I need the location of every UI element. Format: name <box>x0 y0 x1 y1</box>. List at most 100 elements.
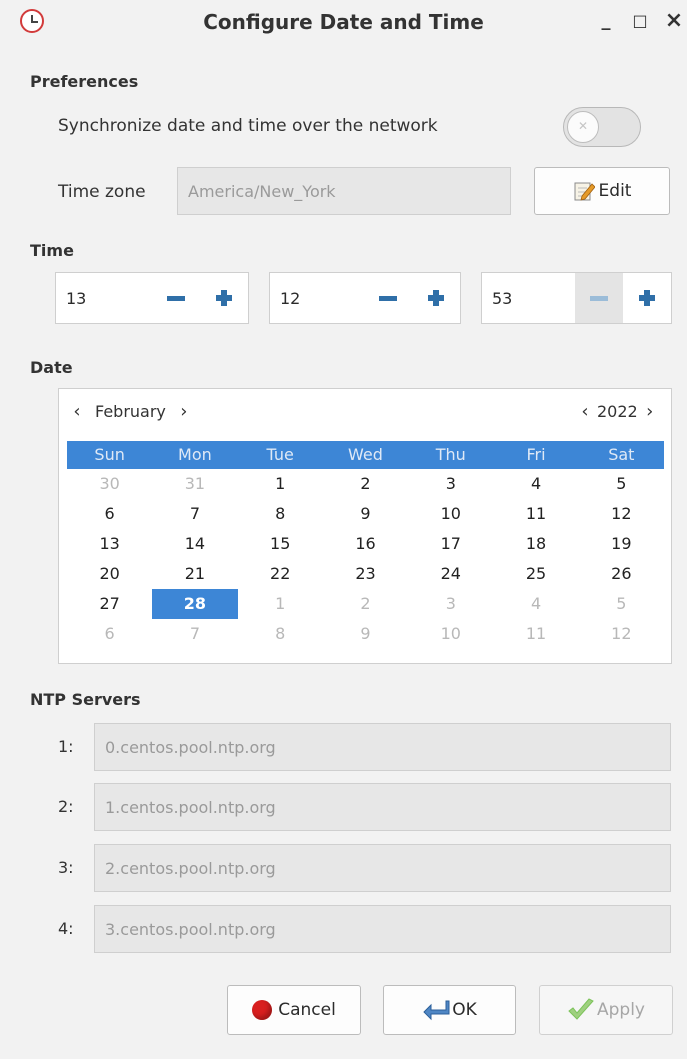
calendar-day[interactable]: 12 <box>579 499 664 529</box>
ok-arrow-icon <box>423 1000 450 1021</box>
calendar-day-other-month[interactable]: 2 <box>323 589 408 619</box>
calendar-day[interactable]: 8 <box>238 499 323 529</box>
weekday-label: Sat <box>608 445 635 464</box>
calendar-day[interactable]: 21 <box>152 559 237 589</box>
calendar-day[interactable]: 6 <box>67 499 152 529</box>
calendar-day-other-month[interactable]: 9 <box>323 619 408 649</box>
weekday-label: Mon <box>178 445 212 464</box>
seconds-decrement-button[interactable] <box>575 273 623 323</box>
calendar-day[interactable]: 28 <box>152 589 238 619</box>
checkmark-icon <box>568 998 594 1020</box>
weekday-label: Thu <box>435 445 466 464</box>
sync-toggle[interactable] <box>563 107 641 147</box>
calendar-day[interactable]: 3 <box>408 469 493 499</box>
ok-button[interactable]: OK <box>383 985 516 1035</box>
calendar[interactable]: ‹ February › ‹ 2022 › Sun Mon Tue Wed Thu Fri… <box>58 388 672 664</box>
calendar-day[interactable]: 11 <box>493 499 578 529</box>
calendar-day[interactable]: 10 <box>408 499 493 529</box>
calendar-day[interactable]: 27 <box>67 589 152 619</box>
calendar-day[interactable]: 1 <box>238 469 323 499</box>
cancel-label: Cancel <box>278 1000 336 1020</box>
calendar-day-other-month[interactable]: 4 <box>493 589 578 619</box>
time-heading: Time <box>30 241 74 260</box>
month-label: February <box>95 401 166 421</box>
minutes-increment-button[interactable] <box>412 273 460 323</box>
toggle-knob <box>567 111 599 143</box>
hours-increment-button[interactable] <box>200 273 248 323</box>
ntp-label-3: 3: <box>58 858 74 877</box>
seconds-spinner[interactable]: 53 <box>481 272 672 324</box>
calendar-day-other-month[interactable]: 1 <box>238 589 323 619</box>
hours-spinner[interactable]: 13 <box>55 272 249 324</box>
calendar-day[interactable]: 17 <box>408 529 493 559</box>
seconds-value[interactable]: 53 <box>482 273 575 323</box>
calendar-day-other-month[interactable]: 3 <box>408 589 493 619</box>
calendar-day[interactable]: 13 <box>67 529 152 559</box>
ok-label: OK <box>452 1000 477 1020</box>
next-year-button[interactable]: › <box>640 401 660 422</box>
calendar-day[interactable]: 24 <box>408 559 493 589</box>
calendar-day[interactable]: 26 <box>579 559 664 589</box>
edit-label: Edit <box>598 181 632 201</box>
calendar-day[interactable]: 23 <box>323 559 408 589</box>
ntp-server-1-value: 0.centos.pool.ntp.org <box>105 737 276 757</box>
calendar-day-other-month[interactable]: 11 <box>493 619 578 649</box>
ntp-heading: NTP Servers <box>30 690 141 709</box>
weekday-label: Fri <box>526 445 546 464</box>
calendar-day-other-month[interactable]: 12 <box>579 619 664 649</box>
weekday-label: Sun <box>94 445 125 464</box>
minutes-decrement-button[interactable] <box>364 273 412 323</box>
hours-decrement-button[interactable] <box>152 273 200 323</box>
month-selector: ‹ February › <box>65 399 196 423</box>
prev-month-button[interactable]: ‹ <box>65 401 89 422</box>
ntp-server-3-field: 2.centos.pool.ntp.org <box>94 844 671 892</box>
ntp-label-4: 4: <box>58 919 74 938</box>
calendar-day[interactable]: 16 <box>323 529 408 559</box>
calendar-day[interactable]: 19 <box>579 529 664 559</box>
timezone-field: America/New_York <box>177 167 511 215</box>
close-button[interactable]: × <box>664 10 684 32</box>
calendar-day[interactable]: 5 <box>579 469 664 499</box>
calendar-day[interactable]: 2 <box>323 469 408 499</box>
weekday-label: Wed <box>348 445 383 464</box>
edit-button[interactable]: Edit <box>534 167 670 215</box>
ntp-server-3-value: 2.centos.pool.ntp.org <box>105 858 276 878</box>
ntp-server-2-field: 1.centos.pool.ntp.org <box>94 783 671 831</box>
calendar-day-other-month[interactable]: 10 <box>408 619 493 649</box>
calendar-day[interactable]: 18 <box>493 529 578 559</box>
calendar-day[interactable]: 22 <box>238 559 323 589</box>
calendar-day-other-month[interactable]: 30 <box>67 469 152 499</box>
title-bar: Configure Date and Time _ □ × <box>0 0 687 50</box>
next-month-button[interactable]: › <box>172 401 196 422</box>
prev-year-button[interactable]: ‹ <box>575 401 595 422</box>
calendar-day-other-month[interactable]: 6 <box>67 619 152 649</box>
seconds-increment-button[interactable] <box>623 273 671 323</box>
cancel-button[interactable]: Cancel <box>227 985 361 1035</box>
apply-button[interactable]: Apply <box>539 985 673 1035</box>
minus-icon <box>590 295 608 301</box>
calendar-day-other-month[interactable]: 31 <box>152 469 237 499</box>
ntp-server-2-value: 1.centos.pool.ntp.org <box>105 797 276 817</box>
minutes-value[interactable]: 12 <box>270 273 364 323</box>
cancel-icon <box>252 1000 273 1020</box>
timezone-value: America/New_York <box>188 181 336 201</box>
calendar-day-other-month[interactable]: 7 <box>152 619 237 649</box>
preferences-heading: Preferences <box>30 72 139 91</box>
calendar-day[interactable]: 4 <box>493 469 578 499</box>
year-selector: ‹ 2022 › <box>575 399 660 423</box>
maximize-button[interactable]: □ <box>630 12 650 32</box>
minutes-spinner[interactable]: 12 <box>269 272 461 324</box>
calendar-day[interactable]: 9 <box>323 499 408 529</box>
calendar-day-other-month[interactable]: 5 <box>579 589 664 619</box>
edit-icon <box>574 182 595 201</box>
sync-label: Synchronize date and time over the netwo… <box>58 116 438 136</box>
calendar-day[interactable]: 25 <box>493 559 578 589</box>
hours-value[interactable]: 13 <box>56 273 152 323</box>
plus-icon <box>639 290 655 306</box>
calendar-day[interactable]: 15 <box>238 529 323 559</box>
calendar-day-other-month[interactable]: 8 <box>238 619 323 649</box>
calendar-day[interactable]: 20 <box>67 559 152 589</box>
calendar-day[interactable]: 14 <box>152 529 237 559</box>
calendar-day[interactable]: 7 <box>152 499 237 529</box>
minimize-button[interactable]: _ <box>596 12 616 32</box>
